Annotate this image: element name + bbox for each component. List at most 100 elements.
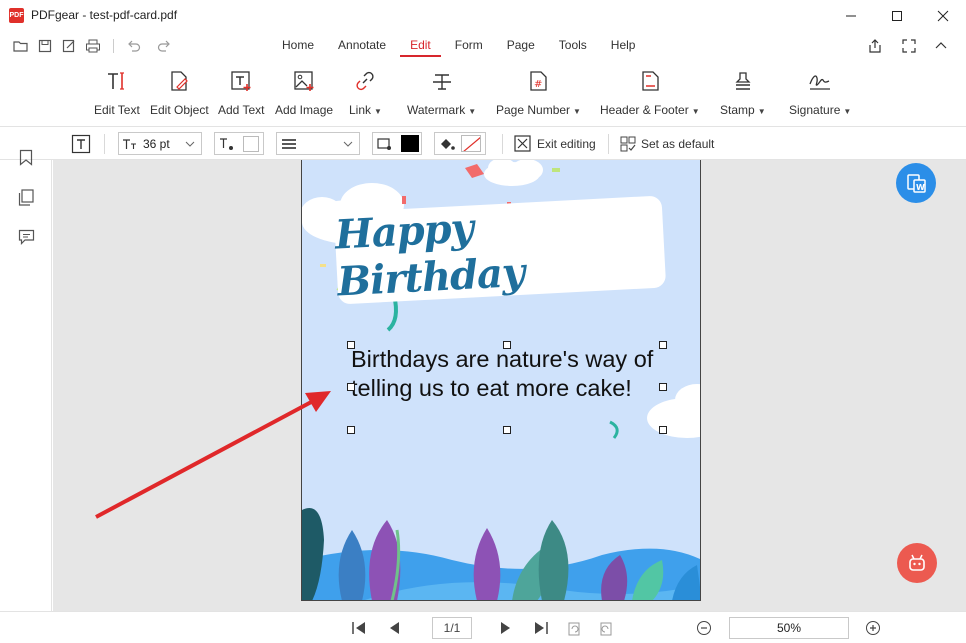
line-spacing-select[interactable]	[276, 132, 360, 155]
edit-ribbon: Edit Text Edit Object Add Text Add Image…	[0, 60, 966, 127]
set-default-button[interactable]	[620, 136, 636, 152]
border-color-icon	[377, 137, 391, 150]
bookmarks-button[interactable]	[17, 148, 35, 166]
tab-page[interactable]: Page	[497, 31, 545, 60]
thumbnails-button[interactable]	[17, 188, 35, 206]
undo-icon	[128, 40, 141, 52]
header-footer-icon	[642, 71, 659, 91]
bookmark-icon	[19, 149, 33, 166]
signature-icon	[809, 75, 831, 90]
robot-icon	[909, 554, 925, 571]
rotate-left-button[interactable]	[564, 618, 584, 638]
zoom-in-button[interactable]	[863, 618, 883, 638]
resize-handle[interactable]	[659, 426, 667, 434]
add-image-icon	[294, 71, 314, 91]
link-button[interactable]: Link ▼	[349, 68, 382, 123]
window-title: PDFgear - test-pdf-card.pdf	[31, 8, 178, 22]
resize-handle[interactable]	[347, 426, 355, 434]
redo-button[interactable]	[155, 37, 173, 55]
save-as-button[interactable]	[60, 37, 78, 55]
resize-handle[interactable]	[659, 383, 667, 391]
exit-editing-button[interactable]	[514, 135, 532, 153]
chevron-up-icon	[935, 42, 947, 49]
svg-text:W: W	[916, 183, 925, 192]
ai-assistant-button[interactable]	[897, 543, 937, 583]
tab-form[interactable]: Form	[445, 31, 493, 60]
redo-icon	[157, 40, 170, 52]
title-bar: PDF PDFgear - test-pdf-card.pdf	[0, 0, 966, 31]
rotate-right-button[interactable]	[596, 618, 616, 638]
undo-button[interactable]	[125, 37, 143, 55]
watermark-button[interactable]: Watermark ▼	[407, 68, 476, 123]
border-color-picker[interactable]	[372, 132, 422, 155]
text-box-toggle[interactable]	[71, 134, 91, 154]
last-page-button[interactable]	[531, 618, 551, 638]
divider	[104, 134, 105, 154]
border-color-swatch	[401, 135, 419, 152]
edit-object-icon	[171, 71, 189, 91]
zoom-level-input[interactable]: 50%	[729, 617, 849, 639]
save-icon	[38, 39, 52, 53]
text-color-picker[interactable]	[214, 132, 264, 155]
save-button[interactable]	[36, 37, 54, 55]
menu-row: Home Annotate Edit Form Page Tools Help	[0, 31, 966, 60]
status-bar: 1/1 50%	[0, 611, 966, 643]
maximize-icon	[892, 10, 902, 21]
document-canvas[interactable]: Happy Birthday Birthdays are nature's wa…	[53, 160, 966, 611]
left-sidebar	[0, 149, 52, 643]
comments-button[interactable]	[17, 228, 35, 246]
tab-help[interactable]: Help	[601, 31, 646, 60]
selected-text-box[interactable]: Birthdays are nature's way of telling us…	[347, 341, 667, 434]
add-text-button[interactable]: Add Text	[218, 68, 264, 123]
pdf-page[interactable]: Happy Birthday Birthdays are nature's wa…	[301, 160, 701, 601]
page-indicator[interactable]: 1/1	[432, 617, 472, 639]
fullscreen-button[interactable]	[900, 37, 918, 55]
convert-to-word-button[interactable]: W	[896, 163, 936, 203]
watermark-icon	[432, 74, 451, 90]
share-button[interactable]	[866, 37, 884, 55]
close-button[interactable]	[920, 0, 966, 31]
signature-button[interactable]: Signature ▼	[789, 68, 851, 123]
open-file-button[interactable]	[12, 37, 30, 55]
set-default-label[interactable]: Set as default	[641, 137, 714, 151]
resize-handle[interactable]	[659, 341, 667, 349]
printer-icon	[86, 39, 100, 53]
exit-editing-label[interactable]: Exit editing	[537, 137, 596, 151]
page-number-button[interactable]: # Page Number ▼	[496, 68, 581, 123]
text-color-icon	[220, 137, 233, 150]
fill-color-picker[interactable]	[434, 132, 486, 155]
tab-tools[interactable]: Tools	[549, 31, 597, 60]
resize-handle[interactable]	[503, 426, 511, 434]
tab-annotate[interactable]: Annotate	[328, 31, 396, 60]
format-toolbar: 36 pt Exit editing Set as default	[0, 128, 966, 160]
print-button[interactable]	[84, 37, 102, 55]
divider	[113, 39, 114, 53]
text-color-swatch	[243, 135, 259, 152]
svg-text:#: #	[534, 79, 542, 90]
previous-page-button[interactable]	[384, 618, 404, 638]
font-size-select[interactable]: 36 pt	[118, 132, 202, 155]
edit-object-button[interactable]: Edit Object	[150, 68, 209, 123]
exit-editing-icon	[514, 135, 531, 152]
resize-handle[interactable]	[347, 341, 355, 349]
resize-handle[interactable]	[503, 341, 511, 349]
resize-handle[interactable]	[347, 383, 355, 391]
stamp-button[interactable]: Stamp ▼	[720, 68, 766, 123]
text-box-icon	[71, 134, 91, 154]
minimize-button[interactable]	[828, 0, 874, 31]
editable-text[interactable]: Birthdays are nature's way of telling us…	[351, 345, 671, 403]
first-page-button[interactable]	[349, 618, 369, 638]
next-page-button[interactable]	[496, 618, 516, 638]
maximize-button[interactable]	[874, 0, 920, 31]
tab-edit[interactable]: Edit	[400, 31, 441, 60]
header-footer-button[interactable]: Header & Footer ▼	[600, 68, 700, 123]
folder-open-icon	[13, 41, 28, 52]
edit-text-button[interactable]: Edit Text	[94, 68, 140, 123]
add-text-icon	[231, 71, 251, 91]
add-image-button[interactable]: Add Image	[275, 68, 333, 123]
collapse-ribbon-button[interactable]	[932, 37, 950, 55]
zoom-out-button[interactable]	[694, 618, 714, 638]
divider	[502, 134, 503, 154]
font-size-icon	[123, 138, 136, 149]
tab-home[interactable]: Home	[272, 31, 324, 60]
